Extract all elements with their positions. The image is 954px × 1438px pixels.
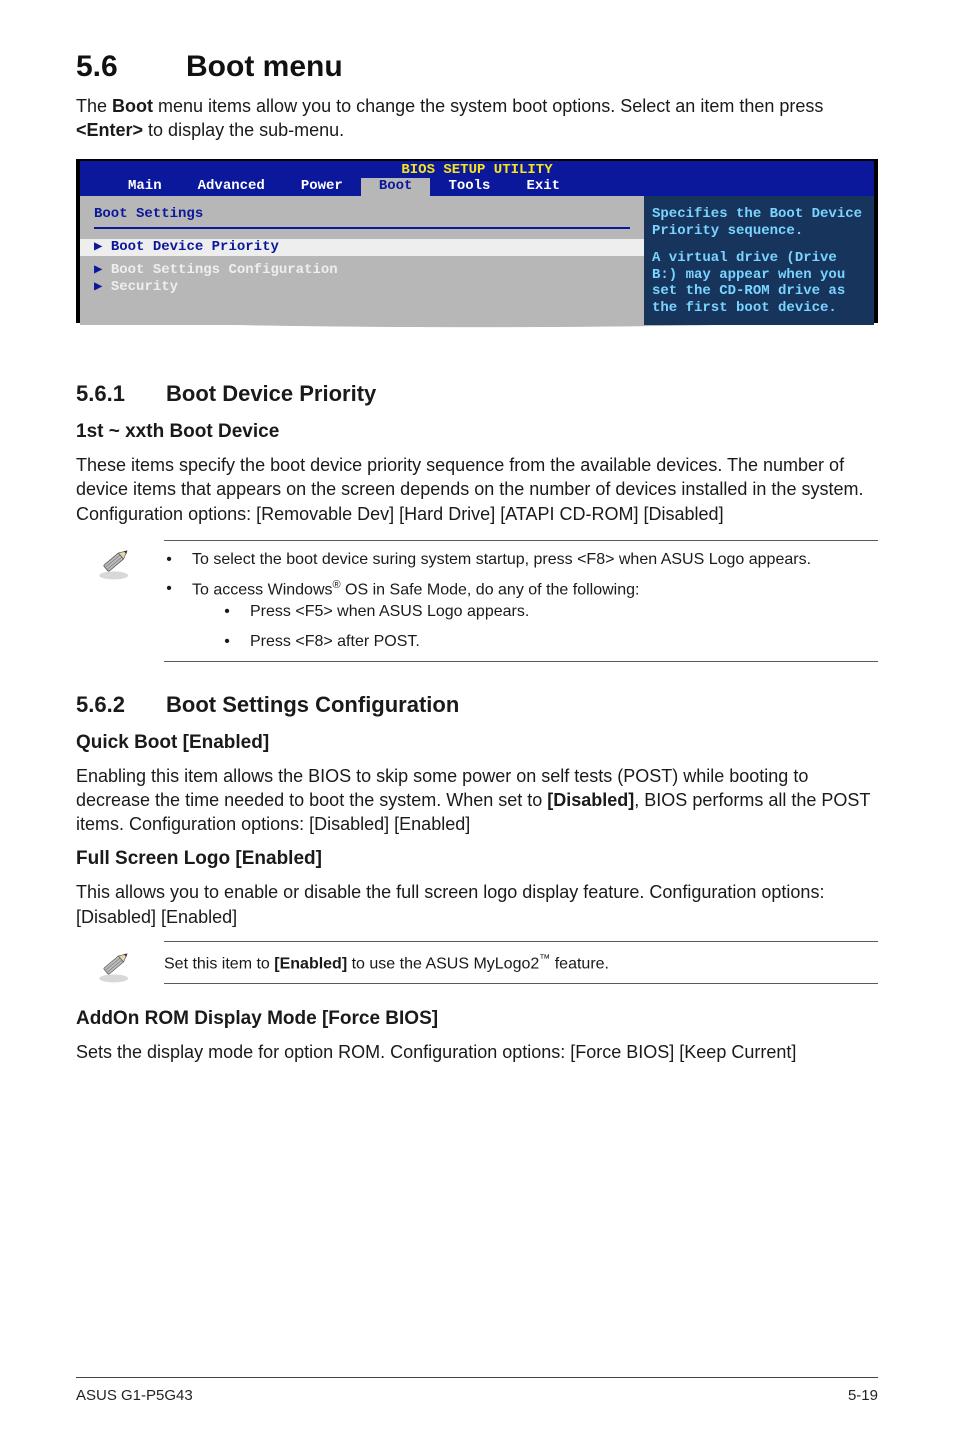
subheading-number: 5.6.2 <box>76 692 166 718</box>
note-bullet-2: • To access Windows® OS in Safe Mode, do… <box>164 578 878 652</box>
bios-item-boot-settings-config: ▶ Boot Settings Configuration <box>94 262 630 279</box>
note-text-line: Set this item to [Enabled] to use the AS… <box>164 950 878 977</box>
note-body: Set this item to [Enabled] to use the AS… <box>164 941 878 992</box>
pencil-note-icon <box>94 540 136 587</box>
bold-enabled: [Enabled] <box>274 955 347 972</box>
trademark-mark: ™ <box>539 953 550 965</box>
bios-help-text-1: Specifies the Boot Device Priority seque… <box>652 206 866 240</box>
subheading-number: 5.6.1 <box>76 381 166 407</box>
bios-section-title: Boot Settings <box>94 206 630 223</box>
note-text: Press <F8> after POST. <box>250 631 878 653</box>
registered-mark: ® <box>333 579 341 591</box>
bios-help-text-2: A virtual drive (Drive B:) may appear wh… <box>652 250 866 317</box>
bullet-icon: • <box>222 631 232 653</box>
subheading-title: Boot Settings Configuration <box>166 692 459 717</box>
footer-rule <box>76 1377 878 1378</box>
subheading-title: Boot Device Priority <box>166 381 376 406</box>
note-text-span: To access Windows <box>192 582 333 599</box>
arrow-icon: ▶ <box>94 262 111 278</box>
bios-item-label: Security <box>111 279 178 295</box>
heading-addon-rom: AddOn ROM Display Mode [Force BIOS] <box>76 1008 878 1030</box>
note-top-rule <box>164 540 878 541</box>
subheading-561: 5.6.1Boot Device Priority <box>76 381 878 407</box>
heading-1st-boot-device: 1st ~ xxth Boot Device <box>76 421 878 443</box>
bullet-icon: • <box>222 601 232 623</box>
bios-item-security: ▶ Security <box>94 279 630 296</box>
note-text: Press <F5> when ASUS Logo appears. <box>250 601 878 623</box>
bios-tab-main: Main <box>110 178 180 196</box>
bios-tab-tools: Tools <box>430 178 508 196</box>
arrow-icon: ▶ <box>94 279 111 295</box>
text-span: Set this item to <box>164 955 274 972</box>
bold-disabled: [Disabled] <box>547 790 634 810</box>
heading-title: Boot menu <box>186 50 343 83</box>
page-heading: 5.6Boot menu <box>76 50 878 84</box>
bios-divider <box>94 227 630 229</box>
note-body: • To select the boot device suring syste… <box>164 540 878 670</box>
footer-left: ASUS G1-P5G43 <box>76 1387 193 1404</box>
note-sub-bullet-1: • Press <F5> when ASUS Logo appears. <box>222 601 878 623</box>
heading-quick-boot: Quick Boot [Enabled] <box>76 732 878 754</box>
heading-number: 5.6 <box>76 50 186 84</box>
intro-text: The <box>76 96 112 116</box>
note-text-span: OS in Safe Mode, do any of the following… <box>341 582 640 599</box>
bios-help-panel: Specifies the Boot Device Priority seque… <box>644 196 874 325</box>
note-text: To access Windows® OS in Safe Mode, do a… <box>192 578 878 652</box>
bios-item-boot-device-priority: ▶ Boot Device Priority <box>80 239 644 256</box>
paragraph-addon-rom: Sets the display mode for option ROM. Co… <box>76 1040 878 1064</box>
footer-right: 5-19 <box>848 1387 878 1404</box>
arrow-icon: ▶ <box>94 239 111 255</box>
text-span: to use the ASUS MyLogo2 <box>347 955 539 972</box>
note-sub-bullet-2: • Press <F8> after POST. <box>222 631 878 653</box>
text-span: feature. <box>550 955 609 972</box>
bios-tab-power: Power <box>283 178 361 196</box>
bios-tab-advanced: Advanced <box>180 178 283 196</box>
intro-text-2: menu items allow you to change the syste… <box>153 96 823 116</box>
note-text: To select the boot device suring system … <box>192 549 878 571</box>
paragraph-full-screen-logo: This allows you to enable or disable the… <box>76 880 878 929</box>
bios-tab-boot: Boot <box>361 178 431 196</box>
paragraph-quick-boot: Enabling this item allows the BIOS to sk… <box>76 764 878 837</box>
paragraph-561: These items specify the boot device prio… <box>76 453 878 526</box>
note-top-rule <box>164 941 878 942</box>
pencil-note-icon <box>94 943 136 990</box>
bullet-icon: • <box>164 578 174 652</box>
bios-screenshot: BIOS SETUP UTILITY Main Advanced Power B… <box>76 159 878 325</box>
bios-bottom-curve <box>76 323 878 341</box>
intro-paragraph: The Boot menu items allow you to change … <box>76 94 878 143</box>
page-footer: ASUS G1-P5G43 5-19 <box>76 1387 878 1404</box>
note-box-1: • To select the boot device suring syste… <box>94 540 878 670</box>
subheading-562: 5.6.2Boot Settings Configuration <box>76 692 878 718</box>
note-bottom-rule <box>164 983 878 984</box>
note-bullet-1: • To select the boot device suring syste… <box>164 549 878 571</box>
bios-left-panel: Boot Settings ▶ Boot Device Priority ▶ B… <box>80 196 644 325</box>
intro-bold-enter: <Enter> <box>76 120 143 140</box>
bullet-icon: • <box>164 549 174 571</box>
intro-bold-boot: Boot <box>112 96 153 116</box>
bios-body: Boot Settings ▶ Boot Device Priority ▶ B… <box>80 196 874 325</box>
bios-tab-bar: Main Advanced Power Boot Tools Exit <box>80 178 874 196</box>
bios-title: BIOS SETUP UTILITY <box>80 161 874 179</box>
bios-tab-exit: Exit <box>508 178 578 196</box>
heading-full-screen-logo: Full Screen Logo [Enabled] <box>76 848 878 870</box>
note-box-2: Set this item to [Enabled] to use the AS… <box>94 941 878 992</box>
bios-item-label: Boot Settings Configuration <box>111 262 338 278</box>
bios-item-label: Boot Device Priority <box>111 239 279 255</box>
intro-text-3: to display the sub-menu. <box>143 120 344 140</box>
note-bottom-rule <box>164 661 878 662</box>
